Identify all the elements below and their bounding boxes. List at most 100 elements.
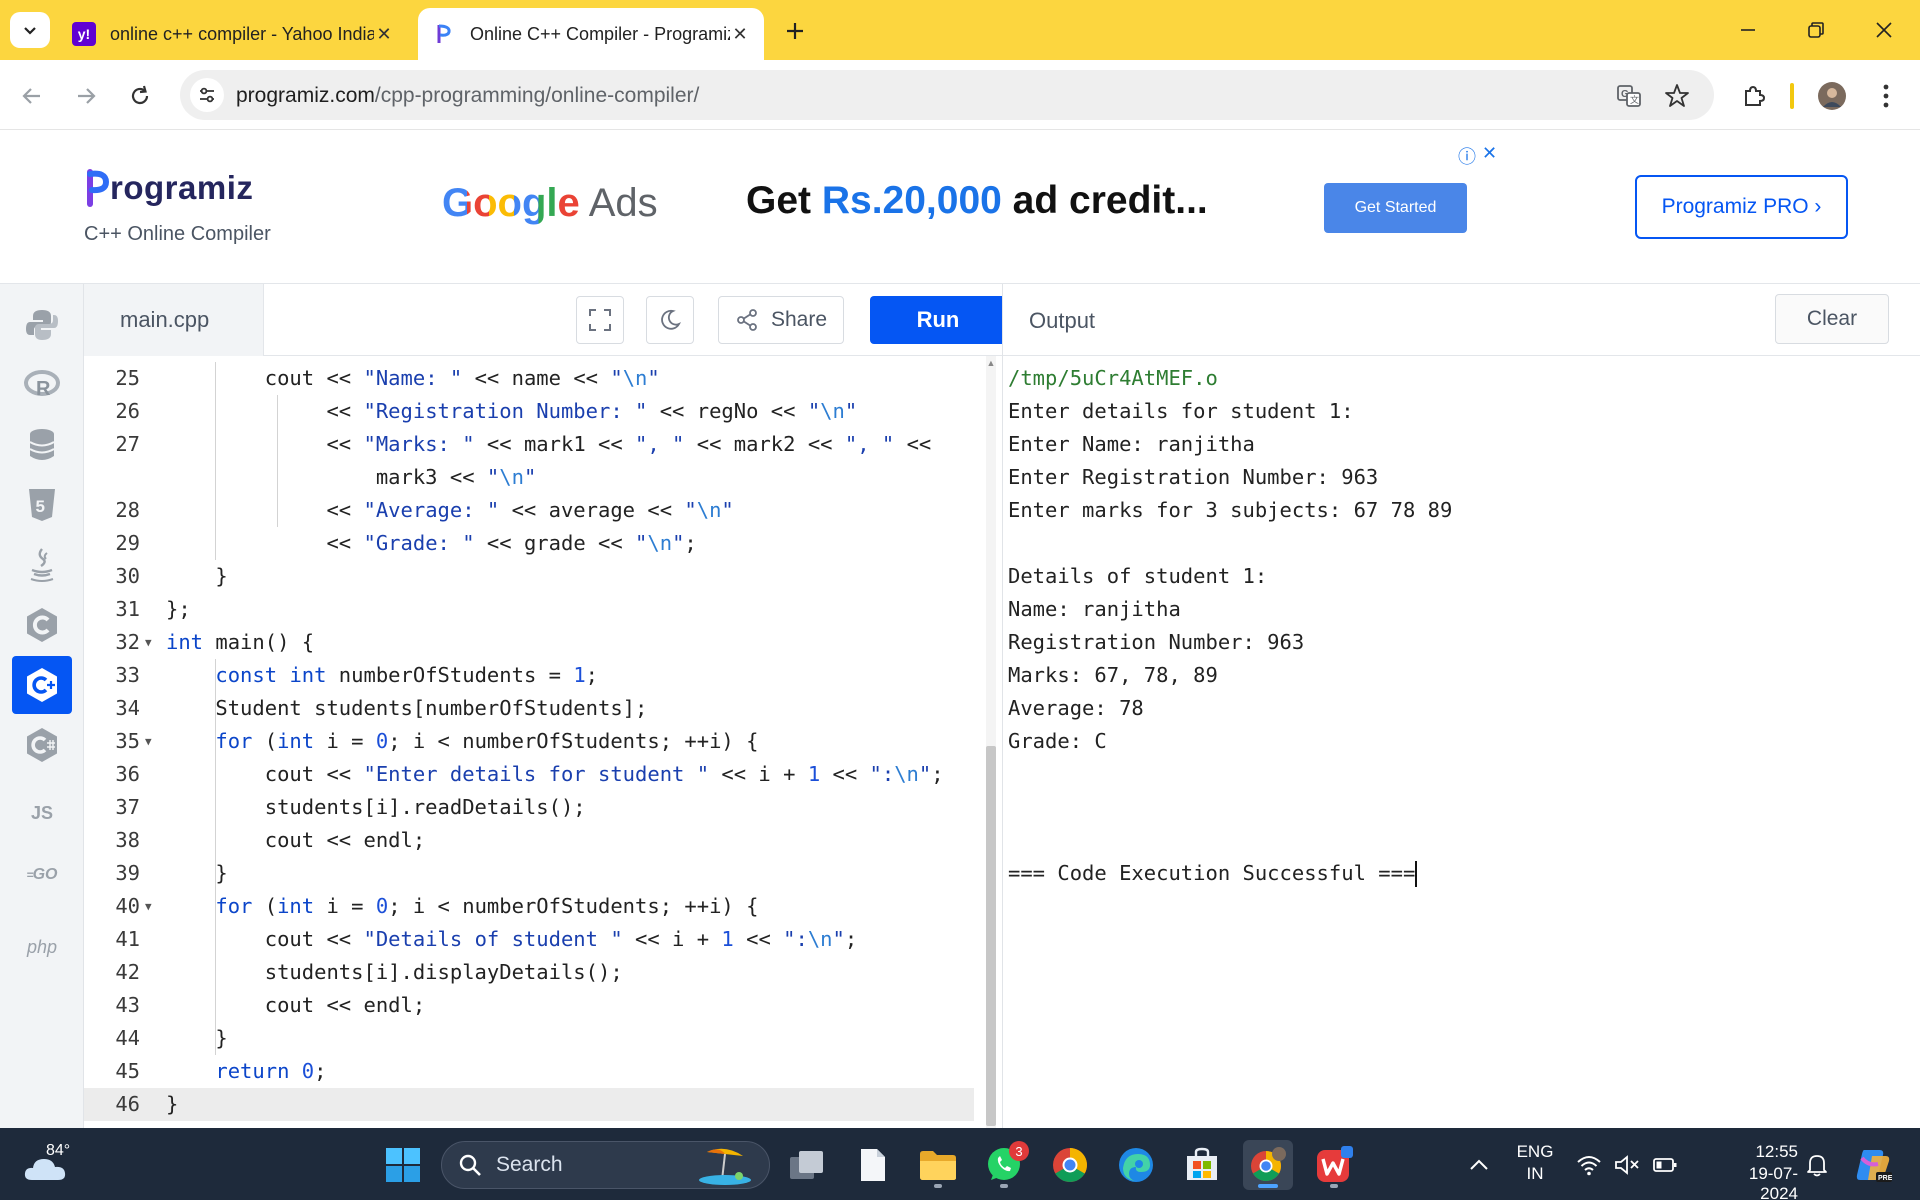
code-line[interactable]: 29 << "Grade: " << grade << "\n"; (84, 527, 974, 560)
ad-headline[interactable]: Get Rs.20,000 ad credit... (746, 179, 1208, 223)
code-line[interactable]: 46} (84, 1088, 974, 1121)
notifications-button[interactable] (1794, 1140, 1840, 1190)
back-button[interactable] (12, 76, 52, 116)
new-tab-button[interactable] (778, 14, 812, 48)
lang-java[interactable] (12, 536, 72, 594)
code-line[interactable]: 45 return 0; (84, 1055, 974, 1088)
lang-js[interactable]: JS (12, 784, 72, 842)
code-line[interactable]: 43 cout << endl; (84, 989, 974, 1022)
ad-brand[interactable]: Google Ads (442, 181, 658, 226)
taskbar-chrome-active[interactable] (1243, 1140, 1293, 1190)
info-icon[interactable]: ⓘ (1458, 143, 1476, 169)
battery-status[interactable] (1644, 1140, 1686, 1190)
code-line[interactable]: 39 } (84, 857, 974, 890)
lang-c[interactable] (12, 596, 72, 654)
star-icon (1665, 84, 1689, 107)
site-info-button[interactable] (190, 78, 224, 112)
ad-brand-google: Google (442, 181, 580, 225)
code-line[interactable]: 31}; (84, 593, 974, 626)
code-line[interactable]: 41 cout << "Details of student " << i + … (84, 923, 974, 956)
taskbar-whatsapp[interactable]: 3 (979, 1140, 1029, 1190)
code-line[interactable]: 33 const int numberOfStudents = 1; (84, 659, 974, 692)
lang-python[interactable] (12, 296, 72, 354)
output-console[interactable]: /tmp/5uCr4AtMEF.o Enter details for stude… (1003, 356, 1920, 1128)
clock[interactable]: 12:55 19-07-2024 (1712, 1142, 1798, 1200)
code-line[interactable]: 27 << "Marks: " << mark1 << ", " << mark… (84, 428, 974, 461)
scroll-up-arrow[interactable]: ▲ (986, 358, 996, 368)
programiz-pro-button[interactable]: Programiz PRO › (1635, 175, 1848, 239)
programiz-logo[interactable]: rogramiz (84, 168, 253, 208)
close-icon[interactable]: ✕ (1482, 143, 1497, 169)
code-line[interactable]: 28 << "Average: " << average << "\n" (84, 494, 974, 527)
forward-button[interactable] (66, 76, 106, 116)
fold-arrow-icon[interactable]: ▼ (145, 725, 152, 758)
clear-button[interactable]: Clear (1775, 294, 1889, 344)
taskbar-edge[interactable] (1111, 1140, 1161, 1190)
restore-button[interactable] (1788, 8, 1844, 52)
code-line[interactable]: 44 } (84, 1022, 974, 1055)
taskbar-store[interactable] (1177, 1140, 1227, 1190)
tab-yahoo-search[interactable]: y! online c++ compiler - Yahoo India Sea… (58, 8, 408, 60)
extensions-button[interactable] (1734, 76, 1774, 116)
fold-arrow-icon[interactable]: ▼ (145, 890, 152, 923)
taskbar-file[interactable] (848, 1140, 898, 1190)
code-line[interactable]: 36 cout << "Enter details for student " … (84, 758, 974, 791)
language-indicator[interactable]: ENG IN (1510, 1142, 1560, 1184)
fold-arrow-icon[interactable]: ▼ (145, 626, 152, 659)
code-line[interactable]: 32 ▼ int main() { (84, 626, 974, 659)
lang-go[interactable]: = GO (12, 846, 72, 904)
toolbar-divider (1790, 83, 1794, 109)
close-icon[interactable]: ✕ (374, 24, 394, 45)
profile-avatar[interactable] (1812, 76, 1852, 116)
tab-search-button[interactable] (10, 12, 50, 48)
dark-mode-button[interactable] (646, 296, 694, 344)
bookmark-button[interactable] (1662, 81, 1692, 111)
taskbar-wps-office[interactable] (1309, 1140, 1359, 1190)
url-text[interactable]: programiz.com/cpp-programming/online-com… (236, 84, 699, 108)
minimize-button[interactable] (1720, 8, 1776, 52)
reload-button[interactable] (120, 76, 160, 116)
tab-programiz-compiler[interactable]: Online C++ Compiler - Programiz ✕ (418, 8, 764, 60)
lang-sql[interactable] (12, 416, 72, 474)
taskbar-file-explorer[interactable] (913, 1140, 963, 1190)
lang-csharp[interactable] (12, 716, 72, 774)
lang-cpp[interactable] (12, 656, 72, 714)
file-tab-main-cpp[interactable]: main.cpp (84, 284, 264, 356)
lang-more[interactable] (12, 984, 72, 1014)
start-button[interactable] (378, 1140, 428, 1190)
close-window-button[interactable] (1856, 8, 1912, 52)
ad-get-started-button[interactable]: Get Started (1324, 183, 1467, 233)
lang-html[interactable]: 5 (12, 476, 72, 534)
code-line[interactable]: 30 } (84, 560, 974, 593)
fullscreen-button[interactable] (576, 296, 624, 344)
output-header: Output Clear (1003, 284, 1920, 356)
lang-r[interactable]: R (12, 356, 72, 414)
volume-status[interactable] (1606, 1140, 1648, 1190)
close-icon[interactable]: ✕ (730, 24, 750, 45)
code-line[interactable]: 37 students[i].readDetails(); (84, 791, 974, 824)
code-line[interactable]: 26 << "Registration Number: " << regNo <… (84, 395, 974, 428)
share-button[interactable]: Share (718, 296, 844, 344)
code-line[interactable]: 25 cout << "Name: " << name << "\n" (84, 362, 974, 395)
address-bar[interactable]: programiz.com/cpp-programming/online-com… (180, 70, 1714, 120)
lang-php[interactable]: php (12, 918, 72, 976)
browser-menu-button[interactable] (1866, 76, 1906, 116)
run-button[interactable]: Run (870, 296, 1006, 344)
taskbar-search[interactable]: Search (441, 1141, 770, 1189)
wifi-status[interactable] (1568, 1140, 1610, 1190)
browser-toolbar: programiz.com/cpp-programming/online-com… (0, 60, 1920, 130)
code-line[interactable]: 35 ▼ for (int i = 0; i < numberOfStudents… (84, 725, 974, 758)
scrollbar-thumb[interactable] (986, 746, 996, 1126)
code-line[interactable]: 34 Student students[numberOfStudents]; (84, 692, 974, 725)
code-line[interactable]: 40 ▼ for (int i = 0; i < numberOfStudents… (84, 890, 974, 923)
code-line[interactable]: 38 cout << endl; (84, 824, 974, 857)
show-hidden-icons-button[interactable] (1454, 1140, 1504, 1190)
editor-scrollbar[interactable]: ▲ (986, 356, 996, 1128)
code-line[interactable]: mark3 << "\n" (84, 461, 974, 494)
translate-button[interactable]: G文 (1614, 81, 1644, 111)
copilot-button[interactable]: PRE (1848, 1140, 1898, 1190)
code-editor[interactable]: 25 cout << "Name: " << name << "\n" 26 <<… (84, 356, 1002, 1128)
task-view-button[interactable] (782, 1140, 832, 1190)
taskbar-chrome[interactable] (1045, 1140, 1095, 1190)
code-line[interactable]: 42 students[i].displayDetails(); (84, 956, 974, 989)
